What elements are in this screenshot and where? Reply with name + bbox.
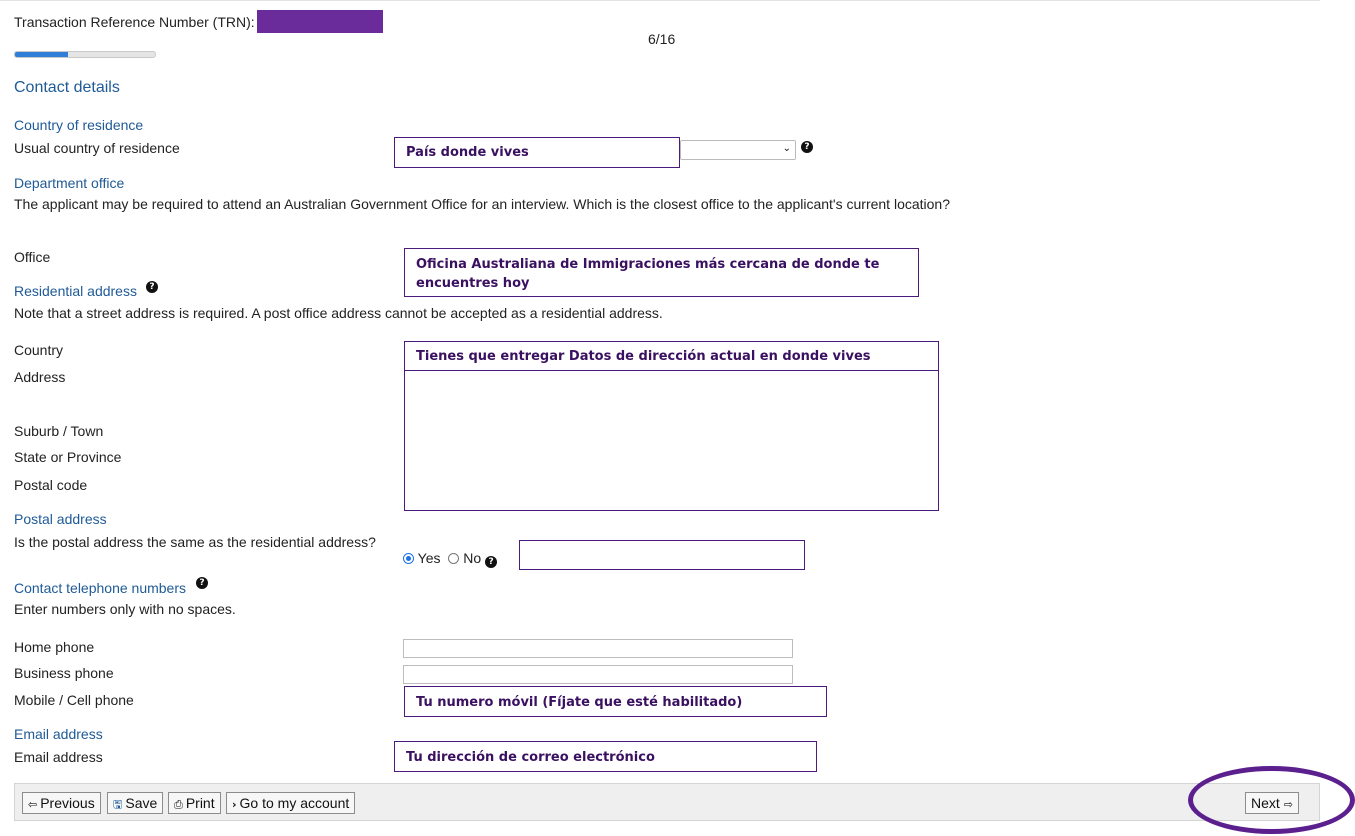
residential-fields-cover bbox=[404, 370, 939, 511]
address-label: Address bbox=[14, 369, 66, 385]
trn-redacted-value bbox=[257, 10, 383, 33]
residential-annotation-box: Tienes que entregar Datos de dirección a… bbox=[404, 341, 939, 371]
save-button[interactable]: 🖫 Save bbox=[107, 792, 164, 814]
postal-same-question: Is the postal address the same as the re… bbox=[14, 534, 376, 550]
residential-address-note: Note that a street address is required. … bbox=[14, 305, 663, 321]
office-annotation-box: Oficina Australiana de Immigraciones más… bbox=[404, 248, 919, 297]
business-phone-input[interactable] bbox=[403, 665, 793, 684]
country-annotation-box: País donde vives bbox=[394, 137, 680, 168]
email-annotation-box: Tu dirección de correo electrónico bbox=[394, 741, 817, 772]
progress-bar bbox=[14, 51, 156, 58]
page-title: Contact details bbox=[14, 79, 120, 96]
country-of-residence-heading: Country of residence bbox=[14, 117, 144, 133]
radio-yes[interactable] bbox=[403, 553, 414, 564]
go-to-account-button[interactable]: › Go to my account bbox=[226, 792, 356, 814]
arrow-left-outline-icon: ⇦ bbox=[28, 798, 38, 811]
floppy-disk-icon: 🖫 bbox=[113, 798, 123, 811]
mobile-annotation-box: Tu numero móvil (Fíjate que esté habilit… bbox=[404, 686, 827, 717]
department-office-description: The applicant may be required to attend … bbox=[14, 196, 950, 212]
print-button[interactable]: ⎙ Print bbox=[168, 792, 221, 814]
next-highlight-circle bbox=[1188, 766, 1355, 834]
home-phone-label: Home phone bbox=[14, 639, 95, 655]
office-label: Office bbox=[14, 249, 51, 265]
chevron-down-icon: ⌄ bbox=[782, 143, 791, 154]
usual-country-label: Usual country of residence bbox=[14, 140, 180, 156]
state-label: State or Province bbox=[14, 449, 122, 465]
previous-label: Previous bbox=[40, 795, 95, 811]
residential-address-heading: Residential address bbox=[14, 283, 137, 299]
question-circle-icon[interactable]: ? bbox=[801, 141, 813, 153]
print-label: Print bbox=[185, 795, 215, 811]
trn-label: Transaction Reference Number (TRN): bbox=[14, 14, 255, 30]
page-counter: 6/16 bbox=[648, 31, 676, 47]
contact-phones-heading: Contact telephone numbers bbox=[14, 580, 186, 596]
email-heading: Email address bbox=[14, 726, 103, 742]
email-label: Email address bbox=[14, 749, 103, 765]
question-circle-icon[interactable]: ? bbox=[196, 577, 208, 589]
progress-fill bbox=[15, 52, 68, 57]
question-circle-icon[interactable]: ? bbox=[146, 281, 158, 293]
postal-address-heading: Postal address bbox=[14, 511, 107, 527]
country-label: Country bbox=[14, 342, 64, 358]
suburb-label: Suburb / Town bbox=[14, 423, 104, 439]
usual-country-select[interactable]: ⌄ bbox=[680, 140, 796, 160]
previous-button[interactable]: ⇦ Previous bbox=[22, 792, 101, 814]
chevron-right-icon: › bbox=[232, 798, 237, 811]
top-divider bbox=[0, 0, 1320, 1]
save-label: Save bbox=[125, 795, 158, 811]
radio-no-label: No bbox=[463, 550, 482, 566]
postal-code-label: Postal code bbox=[14, 477, 88, 493]
mobile-phone-label: Mobile / Cell phone bbox=[14, 692, 134, 708]
radio-no[interactable] bbox=[448, 553, 460, 564]
home-phone-input[interactable] bbox=[403, 639, 793, 658]
postal-annotation-box bbox=[519, 540, 805, 570]
radio-yes-label: Yes bbox=[417, 550, 441, 566]
postal-same-radio-group: Yes No ? bbox=[403, 550, 498, 568]
business-phone-label: Business phone bbox=[14, 665, 114, 681]
department-office-heading: Department office bbox=[14, 175, 125, 191]
contact-phones-note: Enter numbers only with no spaces. bbox=[14, 601, 236, 617]
go-to-account-label: Go to my account bbox=[239, 795, 350, 811]
question-circle-icon[interactable]: ? bbox=[485, 556, 498, 568]
printer-icon: ⎙ bbox=[174, 798, 183, 811]
